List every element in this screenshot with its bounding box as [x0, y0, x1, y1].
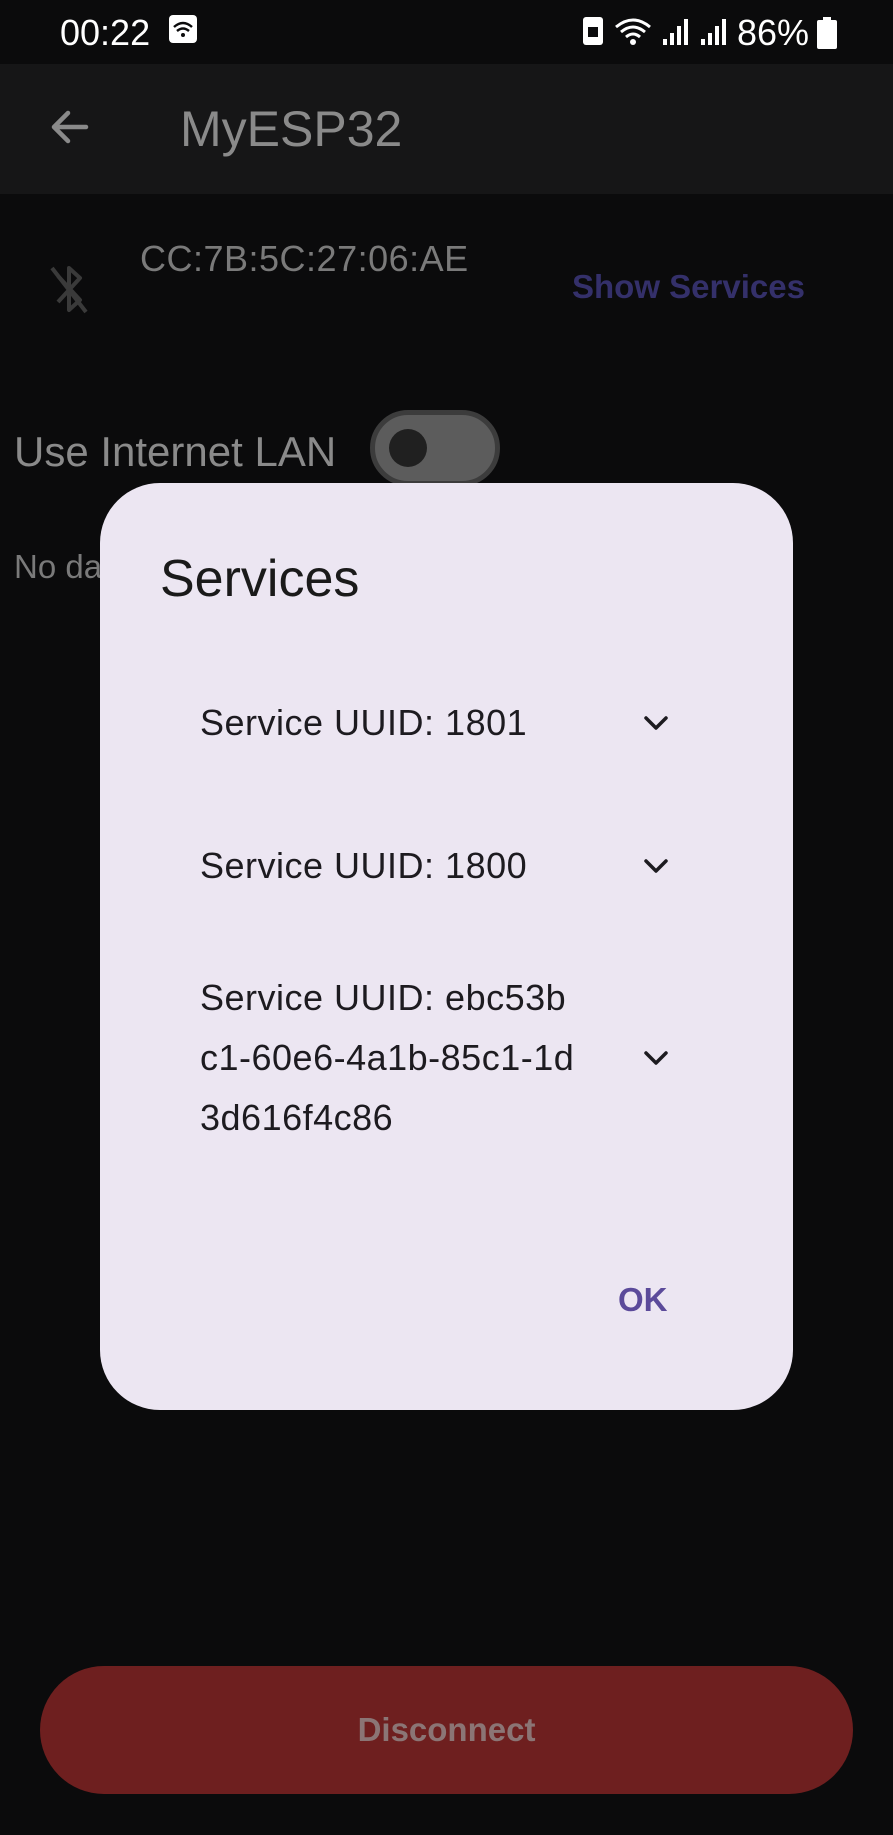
service-label: Service UUID: 1801: [200, 702, 528, 743]
service-item-1800[interactable]: Service UUID: 1800: [200, 826, 720, 906]
battery-icon: [817, 17, 837, 49]
back-arrow-icon[interactable]: [44, 102, 94, 152]
lan-toggle[interactable]: [370, 410, 500, 486]
cell-signal-icon: [661, 15, 691, 52]
sim-icon: [581, 15, 605, 52]
service-item-1801[interactable]: Service UUID: 1801: [200, 683, 720, 763]
services-dialog: Services Service UUID: 1801 Service UUID…: [100, 483, 793, 1410]
wifi-signal-icon: [613, 15, 653, 52]
status-icons: 86%: [581, 12, 837, 54]
wifi-icon: [168, 14, 198, 44]
page-title: MyESP32: [180, 101, 403, 157]
service-label: Service UUID: 1800: [200, 845, 528, 886]
cell-signal-icon-2: [699, 15, 729, 52]
show-services-button[interactable]: Show Services: [572, 268, 805, 306]
device-mac-address: CC:7B:5C:27:06:AE: [140, 238, 469, 279]
chevron-down-icon[interactable]: [638, 705, 674, 741]
service-item-custom[interactable]: Service UUID: ebc53bc1-60e6-4a1b-85c1-1d…: [200, 968, 720, 1148]
disconnect-button[interactable]: Disconnect: [40, 1666, 853, 1794]
ok-button[interactable]: OK: [608, 1273, 678, 1327]
status-time: 00:22: [60, 12, 151, 53]
lan-toggle-knob: [389, 429, 427, 467]
lan-label: Use Internet LAN: [14, 428, 337, 475]
screen: 00:22 86% MyESP32 CC:7B:5C:27:06:AE Show…: [0, 0, 893, 1835]
no-data-text: No da: [14, 548, 103, 585]
dialog-title: Services: [160, 550, 360, 608]
chevron-down-icon[interactable]: [638, 848, 674, 884]
service-label: Service UUID: ebc53bc1-60e6-4a1b-85c1-1d…: [200, 977, 575, 1138]
chevron-down-icon[interactable]: [638, 1040, 674, 1076]
battery-percent: 86%: [736, 12, 809, 53]
app-bar: MyESP32: [0, 64, 893, 194]
status-bar: 00:22 86%: [0, 0, 893, 64]
bluetooth-disabled-icon: [48, 262, 90, 316]
